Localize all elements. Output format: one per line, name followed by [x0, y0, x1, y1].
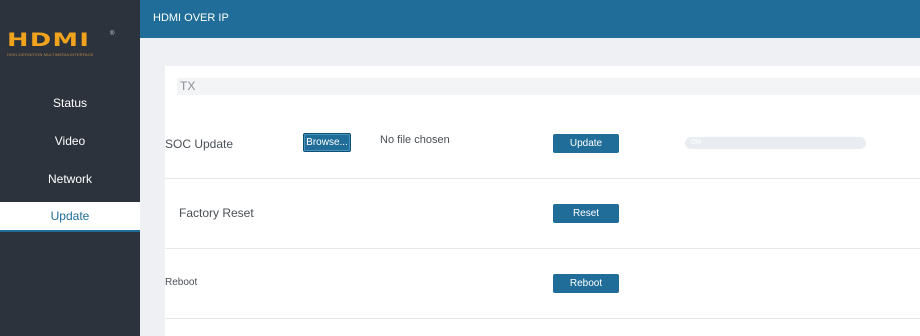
- row-divider: [165, 248, 920, 249]
- sidebar-item-status[interactable]: Status: [0, 88, 140, 118]
- page-title: HDMI OVER IP: [153, 12, 229, 24]
- factory-reset-label: Factory Reset: [179, 206, 254, 220]
- progress-text: 0%: [691, 139, 702, 146]
- reset-button[interactable]: Reset: [553, 204, 619, 223]
- sidebar-item-label: Status: [52, 96, 88, 110]
- section-title: TX: [180, 79, 196, 93]
- sidebar-item-label: Video: [54, 134, 86, 148]
- section-header: TX: [177, 78, 920, 95]
- browse-button[interactable]: Browse...: [303, 133, 351, 152]
- logo-tagline: HIGH-DEFINITION MULTIMEDIA INTERFACE: [7, 52, 94, 57]
- reboot-button[interactable]: Reboot: [553, 274, 619, 293]
- update-panel: TX SOC Update Browse... No file chosen U…: [165, 66, 920, 336]
- soc-update-label: SOC Update: [165, 137, 234, 151]
- logo-mark: HDMI: [7, 29, 91, 51]
- row-divider: [165, 178, 920, 179]
- sidebar: HDMI ® HIGH-DEFINITION MULTIMEDIA INTERF…: [0, 0, 140, 336]
- sidebar-item-label: Network: [47, 172, 92, 186]
- sidebar-item-video[interactable]: Video: [0, 126, 140, 156]
- sidebar-item-network[interactable]: Network: [0, 164, 140, 194]
- upload-progress-bar: 0%: [685, 137, 866, 149]
- sidebar-item-label: Update: [50, 209, 90, 223]
- logo-registered-mark: ®: [110, 31, 115, 37]
- top-header: HDMI OVER IP: [140, 0, 920, 38]
- hdmi-logo: HDMI ® HIGH-DEFINITION MULTIMEDIA INTERF…: [0, 0, 140, 70]
- file-status-text: No file chosen: [380, 134, 450, 146]
- row-divider: [165, 318, 920, 319]
- sidebar-item-update[interactable]: Update: [0, 202, 140, 232]
- reboot-label: Reboot: [165, 277, 198, 288]
- update-button[interactable]: Update: [553, 134, 619, 153]
